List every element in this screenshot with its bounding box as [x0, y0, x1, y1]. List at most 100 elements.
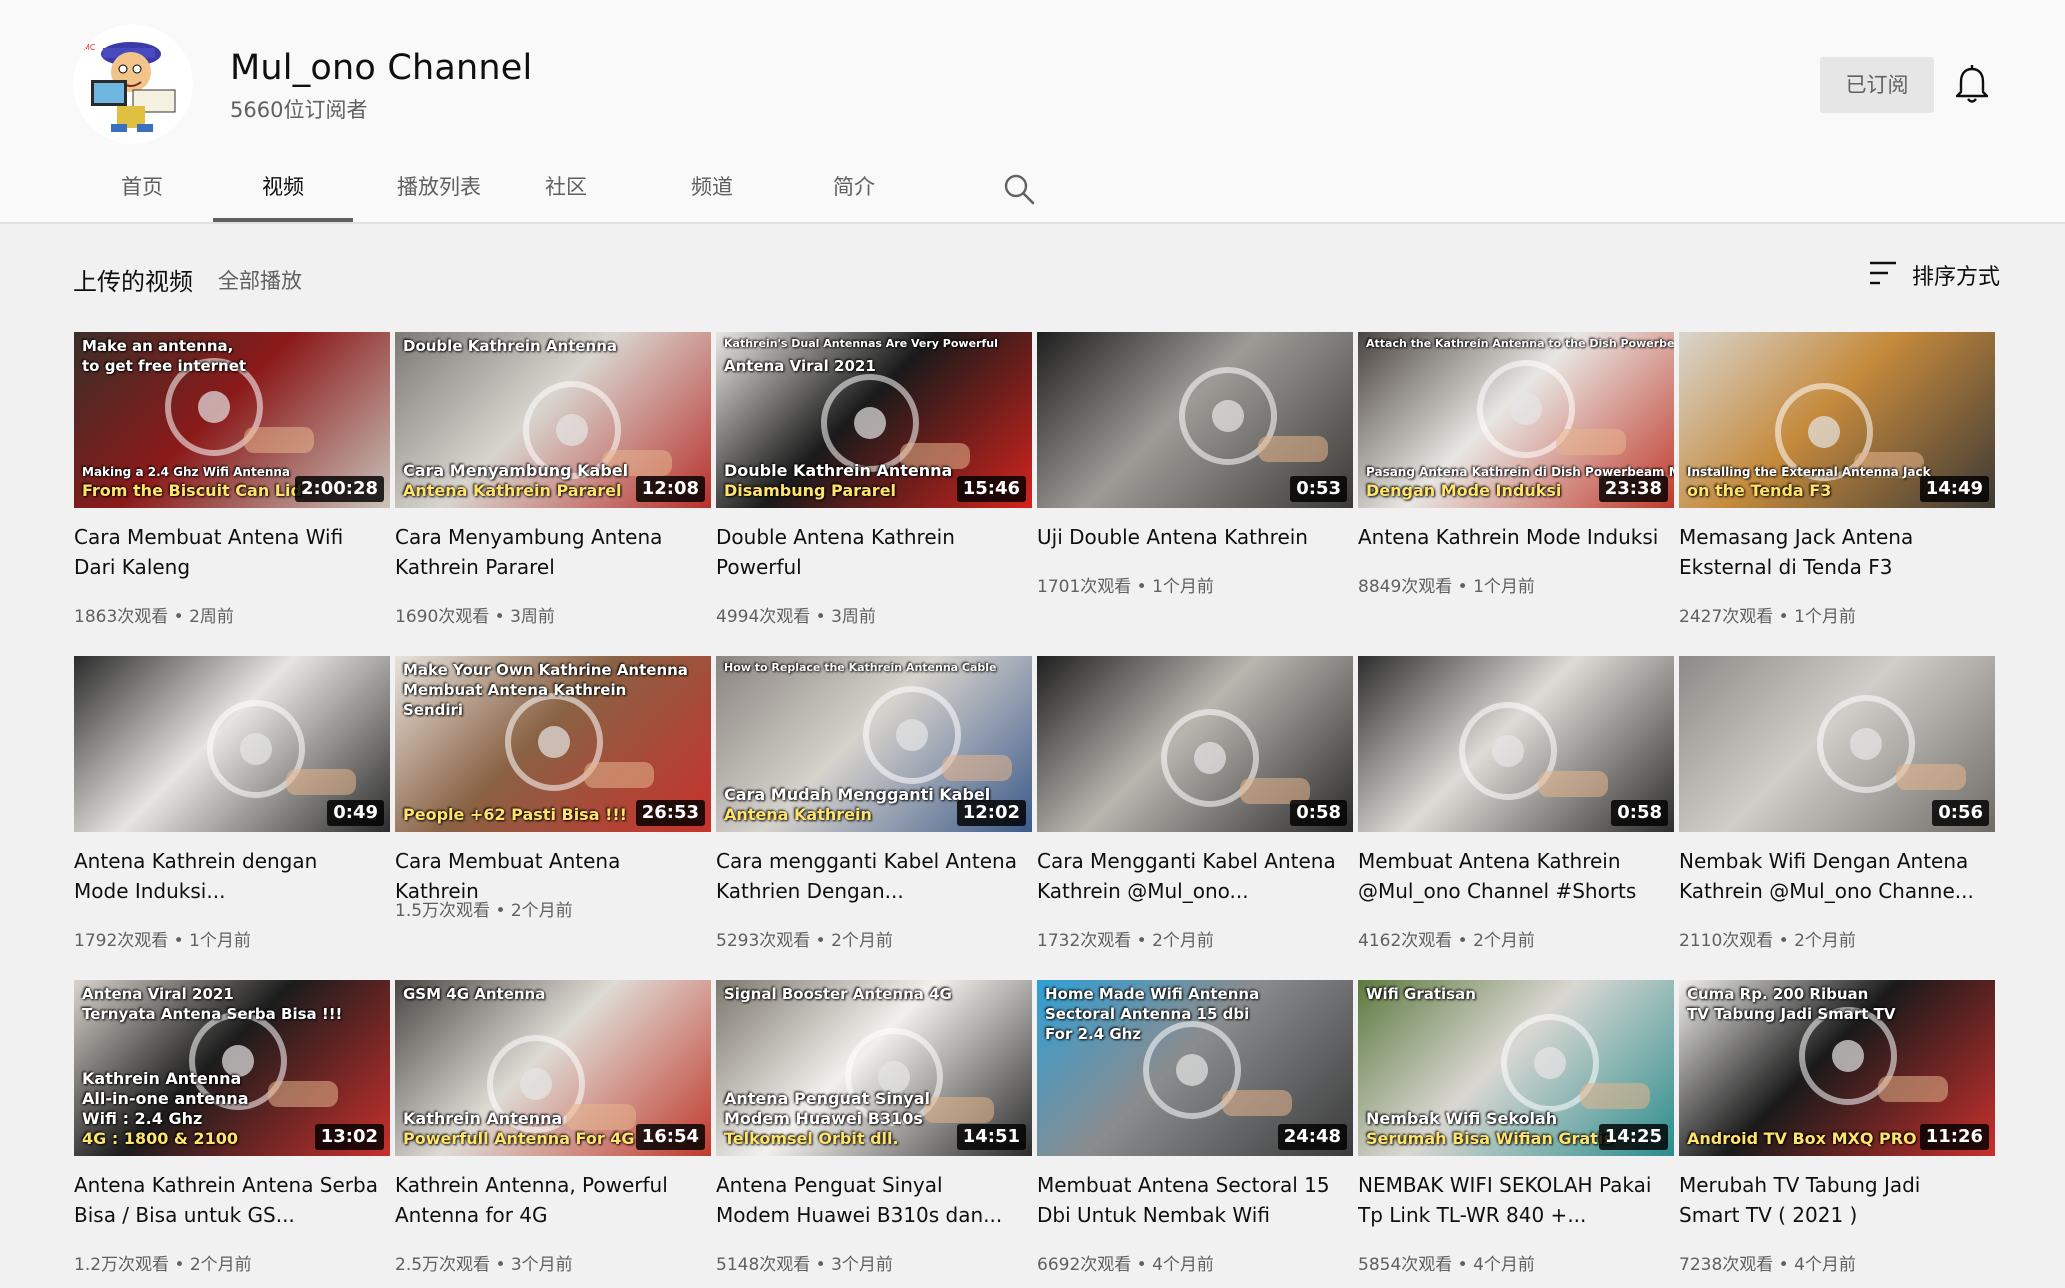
video-card[interactable]: Attach the Kathrein Antenna to the Dish …	[1358, 332, 1674, 632]
video-thumbnail[interactable]: Make an antenna, to get free internet Maki…	[74, 332, 390, 508]
channel-avatar[interactable]: MC	[73, 24, 193, 144]
thumbnail-caption: Double Kathrein Antenna	[724, 460, 953, 480]
thumbnail-caption: on the Tenda F3	[1687, 480, 1832, 500]
video-thumbnail[interactable]: Signal Booster Antenna 4G Antena Penguat …	[716, 980, 1032, 1156]
video-thumbnail[interactable]: Home Made Wifi Antenna Sectoral Antenna 1…	[1037, 980, 1353, 1156]
video-title[interactable]: Membuat Antena Kathrein @Mul_ono Channel…	[1358, 846, 1662, 906]
video-card[interactable]: 0:58 Membuat Antena Kathrein @Mul_ono Cha…	[1358, 656, 1674, 956]
thumbnail-caption: Installing the External Antenna Jack	[1687, 465, 1931, 480]
tab-videos[interactable]: 视频	[213, 160, 353, 224]
video-card[interactable]: 0:58 Cara Mengganti Kabel Antena Kathrein…	[1037, 656, 1353, 956]
tab-playlists[interactable]: 播放列表	[376, 160, 502, 224]
video-thumbnail[interactable]: Make Your Own Kathrine Antenna Membuat An…	[395, 656, 711, 832]
video-title[interactable]: Double Antena Kathrein Powerful	[716, 522, 1020, 582]
video-title[interactable]: Cara mengganti Kabel Antena Kathrien Den…	[716, 846, 1020, 906]
video-title[interactable]: Antena Kathrein Antena Serba Bisa / Bisa…	[74, 1170, 378, 1230]
thumbnail-text: Make Your Own Kathrine Antenna	[403, 661, 688, 679]
video-duration: 14:51	[956, 1124, 1026, 1150]
video-card[interactable]: 0:56 Nembak Wifi Dengan Antena Kathrein @…	[1679, 656, 1995, 956]
section-title[interactable]: 上传的视频	[73, 262, 193, 297]
video-meta: 5293次观看 • 2个月前	[716, 931, 893, 951]
video-meta: 4994次观看 • 3周前	[716, 607, 876, 627]
video-card[interactable]: Double Kathrein Antenna Cara Menyambung K…	[395, 332, 711, 632]
thumbnail-text: Wifi Gratisan	[1366, 985, 1476, 1003]
thumbnail-text: Antena Viral 2021	[724, 357, 876, 375]
thumbnail-caption: Kathrein Antenna	[403, 1108, 563, 1128]
thumbnail-text: TV Tabung Jadi Smart TV	[1687, 1005, 1896, 1023]
thumbnail-text: Cuma Rp. 200 Ribuan	[1687, 985, 1869, 1003]
video-card[interactable]: Installing the External Antenna Jack on t…	[1679, 332, 1995, 632]
video-thumbnail[interactable]: 0:53	[1037, 332, 1353, 508]
video-title[interactable]: NEMBAK WIFI SEKOLAH Pakai Tp Link TL-WR …	[1358, 1170, 1662, 1230]
video-title[interactable]: Merubah TV Tabung Jadi Smart TV ( 2021 )	[1679, 1170, 1983, 1230]
video-thumbnail[interactable]: Double Kathrein Antenna Cara Menyambung K…	[395, 332, 711, 508]
play-all-button[interactable]: 全部播放	[218, 265, 302, 295]
video-title[interactable]: Membuat Antena Sectoral 15 Dbi Untuk Nem…	[1037, 1170, 1341, 1230]
video-duration: 16:54	[635, 1124, 705, 1150]
video-duration: 12:08	[635, 476, 705, 502]
video-card[interactable]: Make an antenna, to get free internet Maki…	[74, 332, 390, 632]
video-thumbnail[interactable]: Antena Viral 2021 Ternyata Antena Serba B…	[74, 980, 390, 1156]
video-title[interactable]: Antena Penguat Sinyal Modem Huawei B310s…	[716, 1170, 1020, 1230]
tab-about[interactable]: 简介	[814, 160, 894, 224]
video-meta: 5148次观看 • 3个月前	[716, 1255, 893, 1275]
thumbnail-caption: Modem Huawei B310s	[724, 1108, 923, 1128]
video-thumbnail[interactable]: 0:56	[1679, 656, 1995, 832]
thumbnail-caption: Cara Mudah Mengganti Kabel	[724, 784, 991, 804]
video-card[interactable]: Cuma Rp. 200 Ribuan TV Tabung Jadi Smart …	[1679, 980, 1995, 1280]
video-title[interactable]: Antena Kathrein Mode Induksi	[1358, 522, 1662, 552]
video-card[interactable]: Signal Booster Antenna 4G Antena Penguat …	[716, 980, 1032, 1280]
video-title[interactable]: Nembak Wifi Dengan Antena Kathrein @Mul_…	[1679, 846, 1983, 906]
video-thumbnail[interactable]: 0:49	[74, 656, 390, 832]
notification-bell-icon[interactable]	[1952, 63, 1992, 107]
video-card[interactable]: Antena Viral 2021 Ternyata Antena Serba B…	[74, 980, 390, 1280]
video-title[interactable]: Kathrein Antenna, Powerful Antenna for 4…	[395, 1170, 699, 1230]
video-thumbnail[interactable]: 0:58	[1358, 656, 1674, 832]
video-card[interactable]: Home Made Wifi Antenna Sectoral Antenna 1…	[1037, 980, 1353, 1280]
tab-channels[interactable]: 频道	[672, 160, 752, 224]
video-thumbnail[interactable]: GSM 4G Antenna Kathrein Antenna Powerfull …	[395, 980, 711, 1156]
video-meta: 8849次观看 • 1个月前	[1358, 577, 1535, 597]
search-icon[interactable]	[1002, 172, 1036, 206]
video-duration: 26:53	[635, 800, 705, 826]
thumbnail-caption: Android TV Box MXQ PRO	[1687, 1128, 1917, 1148]
video-card[interactable]: Make Your Own Kathrine Antenna Membuat An…	[395, 656, 711, 956]
subscribed-button[interactable]: 已订阅	[1820, 57, 1934, 113]
thumbnail-text: Membuat Antena Kathrein	[403, 681, 627, 699]
thumbnail-caption: 4G : 1800 & 2100	[82, 1128, 238, 1148]
video-thumbnail[interactable]: Cuma Rp. 200 Ribuan TV Tabung Jadi Smart …	[1679, 980, 1995, 1156]
video-title[interactable]: Uji Double Antena Kathrein	[1037, 522, 1341, 552]
video-card[interactable]: 0:53 Uji Double Antena Kathrein 1701次观看 • …	[1037, 332, 1353, 632]
video-thumbnail[interactable]: 0:58	[1037, 656, 1353, 832]
video-card[interactable]: How to Replace the Kathrein Antenna Cabl…	[716, 656, 1032, 956]
video-title[interactable]: Cara Membuat Antena Wifi Dari Kaleng	[74, 522, 378, 582]
video-thumbnail[interactable]: Wifi Gratisan Nembak Wifi Sekolah Serumah …	[1358, 980, 1674, 1156]
video-duration: 23:38	[1598, 476, 1668, 502]
channel-name: Mul_ono Channel	[230, 48, 533, 88]
video-duration: 13:02	[314, 1124, 384, 1150]
video-meta: 1.5万次观看 • 2个月前	[395, 901, 573, 921]
video-card[interactable]: Kathrein's Dual Antennas Are Very Powerf…	[716, 332, 1032, 632]
video-thumbnail[interactable]: Attach the Kathrein Antenna to the Dish …	[1358, 332, 1674, 508]
thumbnail-text: Kathrein's Dual Antennas Are Very Powerf…	[724, 337, 998, 350]
thumbnail-caption: Dengan Mode Induksi	[1366, 480, 1562, 500]
video-thumbnail[interactable]: Installing the External Antenna Jack on t…	[1679, 332, 1995, 508]
tab-community[interactable]: 社区	[526, 160, 606, 224]
video-title[interactable]: Cara Menyambung Antena Kathrein Pararel	[395, 522, 699, 582]
video-title[interactable]: Antena Kathrein dengan Mode Induksi...	[74, 846, 378, 906]
video-title[interactable]: Cara Mengganti Kabel Antena Kathrein @Mu…	[1037, 846, 1341, 906]
thumbnail-caption: All-in-one antenna	[82, 1088, 249, 1108]
thumbnail-caption: People +62 Pasti Bisa !!!	[403, 804, 627, 824]
video-meta: 1.2万次观看 • 2个月前	[74, 1255, 252, 1275]
thumbnail-caption: Wifi : 2.4 Ghz	[82, 1108, 203, 1128]
video-title[interactable]: Memasang Jack Antena Eksternal di Tenda …	[1679, 522, 1983, 582]
video-card[interactable]: GSM 4G Antenna Kathrein Antenna Powerfull …	[395, 980, 711, 1280]
video-card[interactable]: 0:49 Antena Kathrein dengan Mode Induksi.…	[74, 656, 390, 956]
video-thumbnail[interactable]: Kathrein's Dual Antennas Are Very Powerf…	[716, 332, 1032, 508]
video-duration: 2:00:28	[294, 476, 384, 502]
thumbnail-text: For 2.4 Ghz	[1045, 1025, 1142, 1043]
video-thumbnail[interactable]: How to Replace the Kathrein Antenna Cabl…	[716, 656, 1032, 832]
thumbnail-caption: From the Biscuit Can Lid	[82, 480, 302, 500]
video-card[interactable]: Wifi Gratisan Nembak Wifi Sekolah Serumah …	[1358, 980, 1674, 1280]
tab-home[interactable]: 首页	[94, 160, 190, 224]
